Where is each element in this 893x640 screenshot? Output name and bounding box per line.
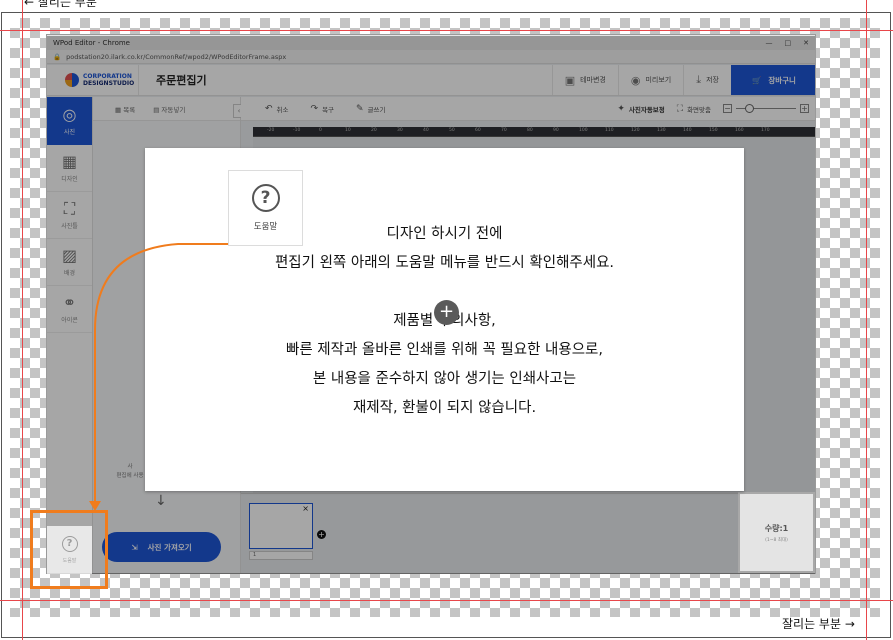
question-circle-icon: ? xyxy=(251,184,280,212)
notice-line-7: 재제작, 환불이 되지 않습니다. xyxy=(352,400,537,416)
quantity-sub: (1~8 최대) xyxy=(765,537,788,543)
cut-guide-top xyxy=(0,30,893,31)
quantity-label: 수량:1 xyxy=(764,523,789,533)
help-highlight-box xyxy=(30,510,108,589)
quantity-box[interactable]: 수량:1 (1~8 최대) xyxy=(738,492,815,573)
notice-line-2: 편집기 왼쪽 아래의 도움말 메뉴를 반드시 확인해주세요. xyxy=(274,255,615,271)
notice-line-5: 빠른 제작과 올바른 인쇄를 위해 꼭 필요한 내용으로, xyxy=(285,342,603,358)
help-callout: ? 도움말 xyxy=(228,170,303,246)
cut-label-top: ← 잘리는 부분 xyxy=(24,0,97,9)
editor-screenshot: ← 잘리는 부분 잘리는 부분 → WPod Editor - Chrome —… xyxy=(0,0,893,640)
notice-line-6: 본 내용을 준수하지 않아 생기는 인쇄사고는 xyxy=(312,371,577,387)
cut-label-bottom: 잘리는 부분 → xyxy=(782,617,855,631)
cut-guide-left xyxy=(22,0,23,640)
help-callout-label: 도움말 xyxy=(253,222,278,232)
cut-guide-bottom xyxy=(0,600,893,601)
cut-guide-right xyxy=(866,0,867,640)
center-plus-icon: + xyxy=(434,300,459,325)
